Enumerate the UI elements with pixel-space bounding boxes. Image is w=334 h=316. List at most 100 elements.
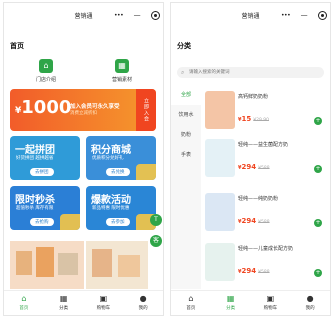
promo-flash-sale[interactable]: 限时秒杀 超值秒杀 库存有限 去抢购: [10, 186, 80, 230]
original-price: ¥588: [258, 270, 270, 275]
tab-label: 购物车: [96, 306, 111, 311]
add-to-cart-button[interactable]: +: [314, 219, 322, 227]
cart-icon: ▣: [99, 294, 108, 303]
product-card[interactable]: 轻纯——益生菌配方奶 ¥294 ¥588 +: [205, 137, 324, 185]
add-to-cart-button[interactable]: +: [314, 165, 322, 173]
join-vip-button[interactable]: 立即入会: [136, 89, 156, 131]
page-title: 分类: [177, 42, 191, 50]
product-box-image: [118, 255, 140, 277]
top-bar: 营销通 ••• —: [4, 3, 163, 29]
promo-title: 积分商城: [91, 145, 131, 156]
search-bar[interactable]: ⌕: [177, 67, 324, 78]
product-card[interactable]: 高钙鲜奶奶粉 ¥15 ¥29.90 +: [205, 89, 324, 137]
tab-bar: ⌂ 首页 ▦ 分类 ▣ 购物车 ● 我的: [4, 290, 163, 315]
tab-label: 分类: [226, 306, 236, 311]
tab-profile[interactable]: ● 我的: [123, 291, 163, 315]
tab-label: 我的: [305, 306, 315, 311]
minimize-icon[interactable]: —: [301, 11, 308, 19]
promo-cta-button[interactable]: 去抢购: [30, 218, 54, 226]
vip-amount: ¥1000: [15, 97, 72, 118]
ad-image-left[interactable]: [10, 241, 84, 289]
ad-image-right[interactable]: [86, 241, 148, 289]
top-bar: 营销通 ••• —: [171, 3, 330, 29]
category-screen: 营销通 ••• — 分类 ⌕ 全部 饮用水 奶粉 手表 高钙鲜奶奶粉 ¥15¥2…: [170, 2, 331, 316]
product-price: ¥15 ¥29.90: [238, 115, 269, 123]
product-price: ¥294 ¥588: [238, 267, 270, 275]
product-image: [205, 193, 235, 231]
tab-home[interactable]: ⌂ 首页: [171, 291, 211, 315]
category-item-watch[interactable]: 手表: [171, 145, 201, 165]
close-target-icon[interactable]: [318, 10, 327, 20]
product-box-image: [92, 249, 112, 277]
back-to-top-button[interactable]: T: [150, 214, 162, 226]
product-image: [205, 91, 235, 129]
home-screen: 营销通 ••• — 首页 ⌂ 门店介绍 ▦ 营销素材 ¥1000 加入会员可永久…: [3, 2, 164, 316]
promo-subtitle: 新品特惠 限时优惠: [92, 206, 130, 211]
product-image: [205, 139, 235, 177]
tab-cart[interactable]: ▣ 购物车: [84, 291, 124, 315]
quick-entry-store[interactable]: ⌂ 门店介绍: [16, 59, 76, 83]
tab-label: 分类: [59, 306, 69, 311]
vip-subline: 消费立减折扣: [70, 111, 97, 116]
cart-icon: ▣: [266, 294, 275, 303]
gift-icon: ▦: [115, 59, 129, 73]
product-name: 轻纯——纯奶奶粉: [238, 196, 279, 202]
promo-title: 一起拼团: [15, 145, 55, 156]
tab-label: 首页: [19, 306, 29, 311]
promo-cta-button[interactable]: 去拼团: [30, 168, 54, 176]
add-to-cart-button[interactable]: +: [314, 117, 322, 125]
minimize-icon[interactable]: —: [134, 11, 141, 19]
mini-program-capsule: ••• —: [114, 9, 160, 21]
quick-entry-label: 营销素材: [111, 77, 132, 83]
tab-cart[interactable]: ▣ 购物车: [251, 291, 291, 315]
product-price: ¥294 ¥588: [238, 217, 270, 225]
product-card[interactable]: 轻纯——纯奶奶粉 ¥294 ¥588 +: [205, 191, 324, 239]
add-to-cart-button[interactable]: +: [314, 269, 322, 277]
close-target-icon[interactable]: [151, 10, 160, 20]
promo-points-mall[interactable]: 积分商城 优质积分兑好礼 去兑换: [86, 136, 156, 180]
promo-decoration: [60, 214, 80, 230]
category-item-milk-powder[interactable]: 奶粉: [171, 125, 201, 145]
vip-banner[interactable]: ¥1000 加入会员可永久享受 消费立减折扣 立即入会: [10, 89, 156, 131]
tab-category[interactable]: ▦ 分类: [211, 291, 251, 315]
original-price: ¥588: [258, 220, 270, 225]
promo-subtitle: 好货拼团 越拼越省: [16, 156, 54, 161]
promo-subtitle: 优质积分兑好礼: [92, 156, 124, 161]
store-icon: ⌂: [39, 59, 53, 73]
promo-cta-button[interactable]: 去参加: [106, 218, 130, 226]
category-icon: ▦: [59, 294, 68, 303]
tab-label: 首页: [186, 306, 196, 311]
promo-group-buy[interactable]: 一起拼团 好货拼团 越拼越省 去拼团: [10, 136, 80, 180]
more-icon[interactable]: •••: [281, 12, 291, 19]
home-icon: ⌂: [188, 294, 194, 303]
product-card[interactable]: 轻纯——儿童成长配方奶 ¥294 ¥588 +: [205, 241, 324, 289]
product-box-image: [16, 251, 32, 275]
tab-category[interactable]: ▦ 分类: [44, 291, 84, 315]
product-box-image: [58, 253, 78, 275]
page-title: 首页: [10, 42, 24, 50]
more-icon[interactable]: •••: [114, 12, 124, 19]
tab-label: 我的: [138, 306, 148, 311]
customer-service-button[interactable]: 客: [150, 235, 162, 247]
category-item-all[interactable]: 全部: [171, 85, 201, 105]
category-item-water[interactable]: 饮用水: [171, 105, 201, 125]
tab-home[interactable]: ⌂ 首页: [4, 291, 44, 315]
promo-cta-button[interactable]: 去兑换: [106, 168, 130, 176]
mini-program-capsule: ••• —: [281, 9, 327, 21]
tab-label: 购物车: [263, 306, 278, 311]
product-name: 高钙鲜奶奶粉: [238, 94, 269, 100]
product-box-image: [36, 247, 54, 277]
product-price: ¥294 ¥588: [238, 163, 270, 171]
quick-entry-label: 门店介绍: [35, 77, 56, 83]
user-icon: ●: [306, 294, 314, 303]
category-icon: ▦: [226, 294, 235, 303]
tab-profile[interactable]: ● 我的: [290, 291, 330, 315]
search-icon: ⌕: [181, 69, 185, 76]
promo-title: 爆款活动: [91, 195, 131, 206]
promo-decoration: [136, 164, 156, 180]
category-sidebar: 全部 饮用水 奶粉 手表: [171, 85, 201, 289]
quick-entry-material[interactable]: ▦ 营销素材: [92, 59, 152, 83]
original-price: ¥29.90: [253, 118, 269, 123]
search-input[interactable]: [189, 67, 319, 78]
promo-hot-event[interactable]: 爆款活动 新品特惠 限时优惠 去参加: [86, 186, 156, 230]
